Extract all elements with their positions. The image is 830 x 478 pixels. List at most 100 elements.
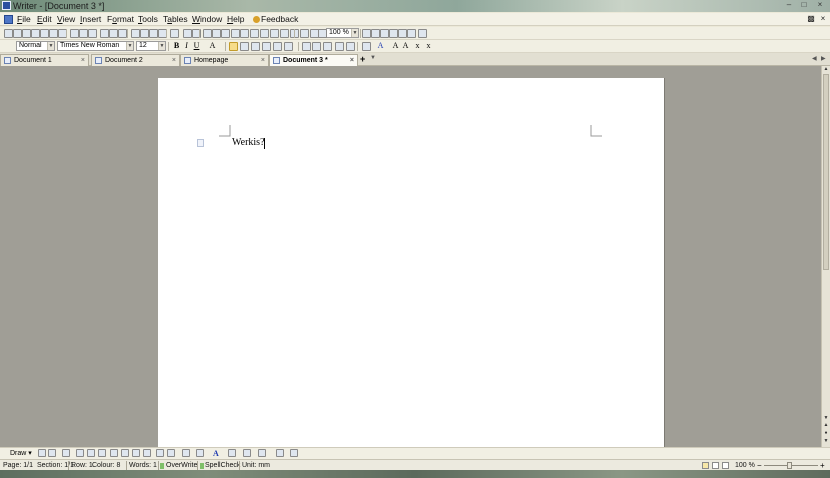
open-icon[interactable]	[22, 29, 31, 38]
scrollbar-thumb[interactable]	[823, 74, 829, 270]
picture-icon[interactable]	[167, 449, 175, 457]
dash-style-icon[interactable]	[243, 449, 251, 457]
line-color-icon[interactable]	[196, 449, 204, 457]
menu-item-edit[interactable]: Edit	[37, 13, 52, 26]
menu-item-feedback[interactable]: Feedback	[261, 13, 298, 26]
next-page-icon[interactable]: ▼	[822, 438, 830, 445]
page-break-icon[interactable]	[280, 29, 289, 38]
paragraph-style-combo[interactable]: Normal ▼	[16, 41, 55, 51]
tab-document-3[interactable]: Document 3 * ×	[269, 54, 358, 66]
increase-indent-icon[interactable]	[335, 42, 344, 51]
zoom-in-icon[interactable]: +	[820, 461, 825, 470]
clipart-icon[interactable]	[156, 449, 164, 457]
line-style-icon[interactable]	[228, 449, 236, 457]
italic-button[interactable]: I	[182, 41, 191, 50]
document-text[interactable]: Werkis?	[232, 137, 265, 149]
minimize-icon[interactable]: –	[782, 0, 796, 10]
find-icon[interactable]	[318, 29, 327, 38]
justify-icon[interactable]	[262, 42, 271, 51]
restore-document-icon[interactable]: ▩	[806, 14, 816, 24]
distributed-icon[interactable]	[273, 42, 282, 51]
hyperlink-icon[interactable]	[149, 29, 158, 38]
comment-icon[interactable]	[231, 29, 240, 38]
textbox-icon[interactable]	[250, 29, 259, 38]
align-center-icon[interactable]	[240, 42, 249, 51]
undo-icon[interactable]	[131, 29, 140, 38]
symbol-icon[interactable]	[260, 29, 269, 38]
superscript-icon[interactable]: x	[413, 41, 422, 50]
zoom-out-icon[interactable]: −	[757, 461, 762, 470]
decrease-indent-icon[interactable]	[323, 42, 332, 51]
menu-item-insert[interactable]: Insert	[80, 13, 101, 26]
zoom-slider-handle[interactable]	[787, 462, 792, 469]
frame-icon[interactable]	[240, 29, 249, 38]
bold-button[interactable]: B	[172, 41, 181, 50]
extra-icon[interactable]	[418, 29, 427, 38]
bullets-icon[interactable]	[312, 42, 321, 51]
textbox-draw-icon[interactable]	[62, 449, 70, 457]
paint-format-icon[interactable]	[118, 29, 127, 38]
arrow-icon[interactable]	[87, 449, 95, 457]
document-icon[interactable]	[4, 15, 13, 24]
menu-item-window[interactable]: Window	[192, 13, 222, 26]
tab-close-icon[interactable]: ×	[261, 55, 265, 66]
header-icon[interactable]	[203, 29, 212, 38]
date-icon[interactable]	[270, 29, 279, 38]
tab-scroll-right-icon[interactable]: ▶	[821, 55, 826, 62]
cut-icon[interactable]	[88, 29, 97, 38]
new-dropdown-icon[interactable]	[13, 29, 22, 38]
gallery-icon[interactable]	[362, 29, 371, 38]
print-preview-icon[interactable]	[70, 29, 79, 38]
zoom-combo[interactable]: 100 % ▼	[326, 28, 359, 38]
font-color-icon[interactable]: A	[376, 41, 385, 50]
outline-view-icon[interactable]	[722, 462, 729, 469]
font-color-draw-icon[interactable]: A	[213, 449, 219, 458]
tab-document-2[interactable]: Document 2 ×	[91, 54, 180, 66]
numbering-icon[interactable]	[302, 42, 311, 51]
tab-scroll-left-icon[interactable]: ◀	[812, 55, 817, 62]
sidebar-icon[interactable]	[371, 29, 380, 38]
menu-item-view[interactable]: View	[57, 13, 75, 26]
styles-icon[interactable]	[380, 29, 389, 38]
tab-close-icon[interactable]: ×	[172, 55, 176, 66]
menu-item-format[interactable]: Format	[107, 13, 134, 26]
web-view-icon[interactable]	[712, 462, 719, 469]
tab-close-icon[interactable]: ×	[350, 55, 354, 66]
rectangle-icon[interactable]	[98, 449, 106, 457]
document-page[interactable]: Werkis?	[158, 78, 664, 448]
subscript-icon[interactable]: x	[424, 41, 433, 50]
tab-homepage[interactable]: Homepage ×	[180, 54, 269, 66]
font-size-combo[interactable]: 12 ▼	[136, 41, 166, 51]
page-view-icon[interactable]	[702, 462, 709, 469]
menu-item-tools[interactable]: Tools	[138, 13, 158, 26]
line-spacing-icon[interactable]	[284, 42, 293, 51]
menu-item-tables[interactable]: Tables	[163, 13, 188, 26]
arrow-style-icon[interactable]	[258, 449, 266, 457]
new-document-icon[interactable]	[4, 29, 13, 38]
rotate-icon[interactable]	[48, 449, 56, 457]
browse-object-icon[interactable]: ●	[822, 430, 830, 437]
shadow-icon[interactable]	[276, 449, 284, 457]
chart-icon[interactable]	[183, 29, 192, 38]
scroll-down-icon[interactable]: ▼	[822, 415, 830, 422]
star-icon[interactable]	[407, 29, 416, 38]
new-tab-button[interactable]: +	[360, 54, 365, 65]
scroll-up-icon[interactable]: ▲	[822, 66, 830, 73]
field-icon[interactable]	[221, 29, 230, 38]
footer-icon[interactable]	[212, 29, 221, 38]
vertical-scrollbar[interactable]: ▲ ▼ ▲ ● ▼	[821, 66, 830, 447]
maximize-icon[interactable]: □	[797, 0, 811, 10]
autoshape-icon[interactable]	[121, 449, 129, 457]
export-icon[interactable]	[49, 29, 58, 38]
highlight-icon[interactable]	[362, 42, 371, 51]
3d-icon[interactable]	[290, 449, 298, 457]
menu-item-file[interactable]: File	[17, 13, 31, 26]
save-all-icon[interactable]	[40, 29, 49, 38]
font-name-combo[interactable]: Times New Roman ▼	[57, 41, 134, 51]
redo-icon[interactable]	[140, 29, 149, 38]
clear-icon[interactable]	[398, 29, 407, 38]
previous-page-icon[interactable]: ▲	[822, 422, 830, 429]
fill-color-icon[interactable]	[182, 449, 190, 457]
ellipse-icon[interactable]	[110, 449, 118, 457]
diagram-icon[interactable]	[143, 449, 151, 457]
